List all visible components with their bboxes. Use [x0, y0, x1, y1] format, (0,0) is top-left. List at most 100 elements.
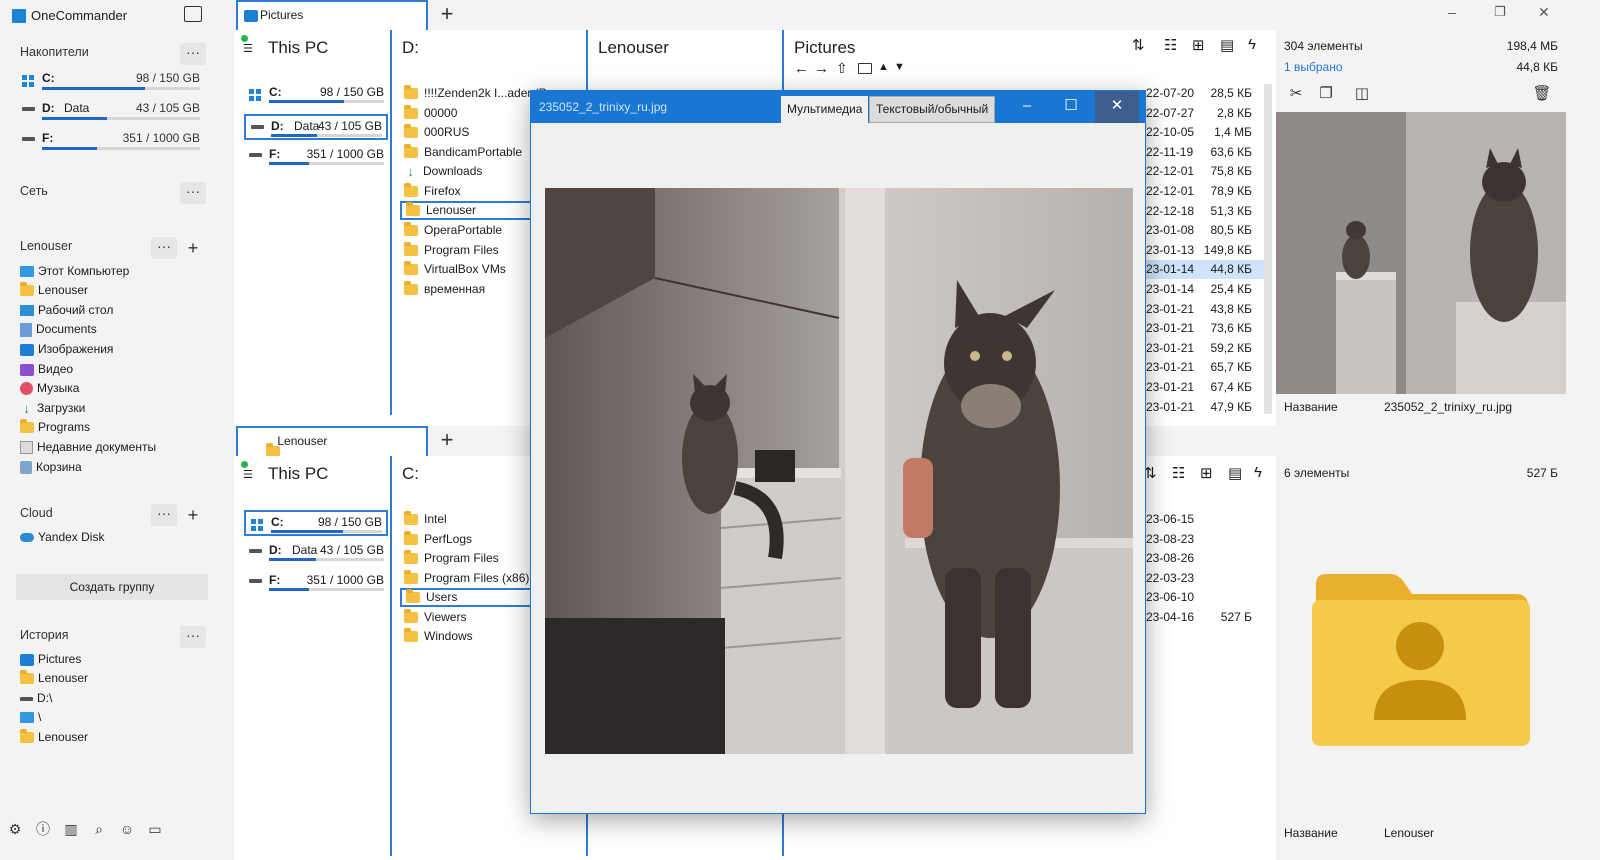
lightning-icon[interactable]: ϟ [1254, 464, 1262, 481]
network-more-button[interactable]: ··· [180, 182, 206, 204]
new-tab-button[interactable]: + [432, 0, 462, 30]
folder-item[interactable]: !!!!Zenden2k I...ader (P [400, 84, 547, 103]
top-scrollbar[interactable] [1264, 84, 1272, 414]
history-item[interactable]: Lenouser [20, 728, 88, 747]
viewer-maximize-button[interactable]: ☐ [1049, 91, 1093, 123]
file-row[interactable]: 22-07-20 28,5 КБ [1140, 84, 1272, 103]
sidebar-item-programs[interactable]: Programs [20, 418, 90, 437]
folder-item[interactable]: VirtualBox VMs [400, 260, 532, 279]
user-more-button[interactable]: ··· [151, 237, 177, 259]
search-icon[interactable]: ⌕ [90, 820, 108, 838]
file-row[interactable]: 23-01-14 25,4 КБ [1140, 280, 1272, 299]
sidebar-drive-c[interactable]: C: 98 / 150 GB [20, 71, 206, 97]
chevron-up-icon[interactable]: ▲ [878, 61, 889, 73]
close-icon[interactable]: ✕ [1538, 4, 1550, 21]
sidebar-item-videos[interactable]: Видео [20, 360, 73, 379]
sidebar-drive-d[interactable]: D: Data 43 / 105 GB [20, 101, 206, 127]
file-row[interactable]: 23-04-16 527 Б [1140, 608, 1272, 627]
history-item[interactable]: D:\ [20, 689, 52, 708]
folder-item[interactable]: 000RUS [400, 123, 532, 142]
file-row[interactable]: 22-07-27 2,8 КБ [1140, 104, 1272, 123]
drive-d[interactable]: D: Data 43 / 105 GB [244, 540, 388, 566]
sidebar-item-recycle-bin[interactable]: Корзина [20, 458, 82, 477]
up-icon[interactable]: ⇧ [836, 60, 848, 77]
drives-more-button[interactable]: ··· [180, 43, 206, 65]
file-row[interactable]: 22-12-01 75,8 КБ [1140, 162, 1272, 181]
chevron-down-icon[interactable]: ▼ [894, 61, 905, 73]
viewer-minimize-button[interactable]: – [1005, 91, 1049, 123]
sidebar-item-documents[interactable]: Documents [20, 320, 97, 339]
viewer-titlebar[interactable]: 235052_2_trinixy_ru.jpg Мультимедиа Текс… [531, 91, 1145, 123]
file-row[interactable]: 22-12-01 78,9 КБ [1140, 182, 1272, 201]
file-row[interactable]: 23-01-21 65,7 КБ [1140, 358, 1272, 377]
file-row[interactable]: 23-08-26 [1140, 549, 1272, 568]
file-row[interactable]: 23-01-14 44,8 КБ [1140, 260, 1272, 280]
sidebar-item-downloads[interactable]: ↓ Загрузки [20, 399, 85, 418]
file-row[interactable]: 23-06-15 [1140, 510, 1272, 529]
folder-open-icon[interactable] [858, 63, 872, 74]
drive-c[interactable]: C: 98 / 150 GB [244, 82, 388, 108]
history-item[interactable]: Pictures [20, 650, 81, 669]
folder-item[interactable]: Windows [400, 627, 532, 646]
file-row[interactable]: 23-01-21 43,8 КБ [1140, 300, 1272, 319]
file-row[interactable]: 22-03-23 [1140, 569, 1272, 588]
folder-item[interactable]: Program Files (x86) [400, 569, 532, 588]
layout-icon[interactable]: ▥ [62, 820, 80, 838]
drive-d[interactable]: D: Data 43 / 105 GB [244, 114, 388, 140]
folder-item[interactable]: Viewers [400, 608, 532, 627]
folder-item[interactable]: BandicamPortable [400, 143, 532, 162]
restore-icon[interactable]: ❐ [1494, 4, 1506, 20]
folder-item[interactable]: Program Files [400, 241, 532, 260]
file-row[interactable]: 23-01-21 59,2 КБ [1140, 339, 1272, 358]
folder-item[interactable]: временная [400, 280, 532, 299]
sidebar-item-yandex-disk[interactable]: Yandex Disk [20, 528, 104, 547]
folder-item[interactable]: Intel [400, 510, 532, 529]
list-view-icon[interactable]: ☷ [1172, 464, 1185, 482]
clipboard-icon[interactable]: ▤ [1220, 36, 1234, 54]
menu-icon[interactable]: ☰ [243, 468, 253, 481]
cloud-more-button[interactable]: ··· [151, 504, 177, 526]
new-tab-button[interactable]: + [432, 426, 462, 456]
tab-multimedia[interactable]: Мультимедиа [781, 96, 869, 123]
history-item[interactable]: Lenouser [20, 669, 88, 688]
new-window-icon[interactable] [184, 6, 202, 22]
file-row[interactable]: 23-06-10 [1140, 588, 1272, 607]
tab-lenouser[interactable]: Lenouser [236, 426, 428, 458]
folder-item-selected[interactable]: Users [400, 588, 532, 607]
folder-item[interactable]: PerfLogs [400, 530, 532, 549]
back-arrow-icon[interactable]: ← [794, 60, 809, 77]
folder-item[interactable]: Program Files [400, 549, 532, 568]
folder-item[interactable]: 00000 [400, 104, 532, 123]
settings-icon[interactable]: ⚙ [6, 820, 24, 838]
clipboard-icon[interactable]: ▤ [1228, 464, 1242, 482]
file-row[interactable]: 23-01-13 149,8 КБ [1140, 241, 1272, 260]
file-row[interactable]: 23-01-21 47,9 КБ [1140, 398, 1272, 417]
folder-item[interactable]: OperaPortable [400, 221, 532, 240]
file-row[interactable]: 22-11-19 63,6 КБ [1140, 143, 1272, 162]
history-item[interactable]: \ [20, 708, 41, 727]
sidebar-item-recent[interactable]: Недавние документы [20, 438, 156, 457]
new-item-icon[interactable]: ⊞ [1200, 464, 1213, 482]
cloud-add-button[interactable]: + [182, 504, 204, 526]
tab-text-plain[interactable]: Текстовый/обычный [869, 96, 996, 123]
file-row[interactable]: 22-10-05 1,4 МБ [1140, 123, 1272, 142]
drive-f[interactable]: F: 351 / 1000 GB [244, 570, 388, 596]
sidebar-item-this-pc[interactable]: Этот Компьютер [20, 262, 129, 281]
history-more-button[interactable]: ··· [180, 626, 206, 648]
theme-icon[interactable]: ☺ [118, 820, 136, 838]
lightning-icon[interactable]: ϟ [1248, 36, 1256, 53]
sidebar-item-desktop[interactable]: Рабочий стол [20, 301, 113, 320]
sidebar-drive-f[interactable]: F: 351 / 1000 GB [20, 131, 206, 157]
selected-count[interactable]: 1 выбрано [1284, 60, 1343, 74]
list-view-icon[interactable]: ☷ [1164, 36, 1177, 54]
viewer-close-button[interactable]: ✕ [1095, 91, 1139, 123]
file-row[interactable]: 23-01-08 80,5 КБ [1140, 221, 1272, 240]
tab-pictures[interactable]: Pictures [236, 0, 428, 30]
minimize-icon[interactable]: – [1448, 4, 1456, 20]
file-row[interactable]: 22-12-18 51,3 КБ [1140, 202, 1272, 221]
new-item-icon[interactable]: ⊞ [1192, 36, 1205, 54]
split-view-icon[interactable]: ◫ [1352, 84, 1372, 104]
menu-icon[interactable]: ☰ [243, 42, 253, 55]
user-add-button[interactable]: + [182, 237, 204, 259]
file-row[interactable]: 23-08-23 [1140, 530, 1272, 549]
